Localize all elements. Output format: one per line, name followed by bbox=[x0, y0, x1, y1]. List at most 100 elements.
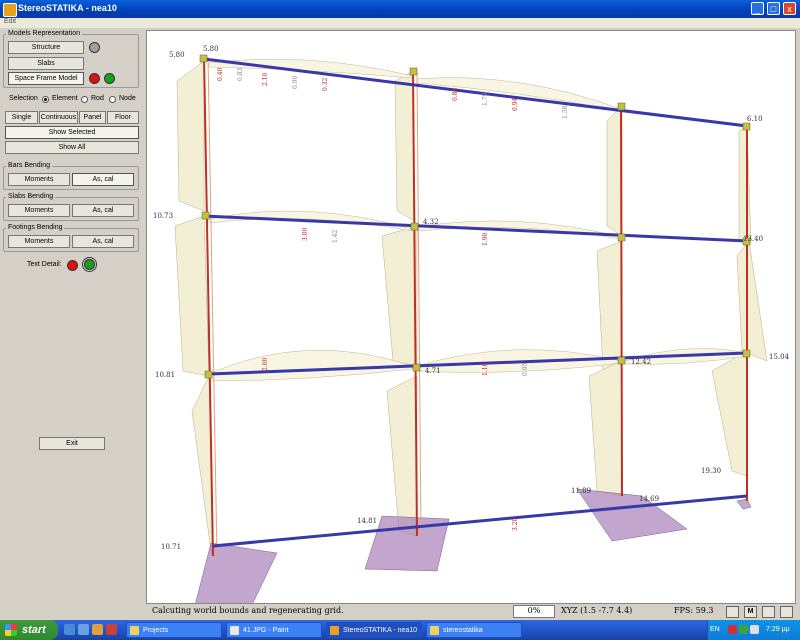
title-bar: StereoSTATIKA - nea10 _ □ x bbox=[0, 0, 800, 18]
start-label: start bbox=[22, 624, 46, 636]
label-left-mid2: 10.81 bbox=[155, 371, 175, 379]
space-frame-drawing[interactable]: 0.40 0.83 2.10 0.90 0.32 0.84 1.79 0.94 … bbox=[147, 31, 796, 604]
quicklaunch-folder-icon[interactable] bbox=[92, 624, 103, 635]
slabs-moments-button[interactable]: Moments bbox=[8, 204, 70, 217]
show-selected-button[interactable]: Show Selected bbox=[5, 126, 139, 139]
status-message: Calcuting world bounds and regenerating … bbox=[152, 606, 344, 615]
quicklaunch-desktop-icon[interactable] bbox=[78, 624, 89, 635]
slabs-as-cal-button[interactable]: As, cal bbox=[72, 204, 134, 217]
export-icon[interactable] bbox=[780, 606, 793, 618]
exit-button[interactable]: Exit bbox=[39, 437, 105, 450]
radio-element[interactable] bbox=[42, 96, 49, 103]
slabs-button[interactable]: Slabs bbox=[8, 57, 84, 70]
security-icon[interactable] bbox=[728, 625, 737, 634]
radio-rod[interactable] bbox=[81, 96, 88, 103]
beams bbox=[203, 57, 748, 548]
task-paint[interactable]: 41.JPG - Paint bbox=[226, 622, 322, 638]
status-bar: Calcuting world bounds and regenerating … bbox=[146, 605, 796, 619]
m-button[interactable]: M bbox=[744, 606, 757, 618]
space-frame-green-icon[interactable] bbox=[104, 73, 115, 84]
label-mid-b: 4.71 bbox=[425, 367, 441, 375]
task-stereostatika-folder[interactable]: stereostatika bbox=[426, 622, 522, 638]
show-all-button[interactable]: Show All bbox=[5, 141, 139, 154]
column-moment-diagrams bbox=[174, 60, 768, 557]
space-frame-button[interactable]: Space Frame Model bbox=[8, 72, 84, 85]
label-left-mid1: 10.73 bbox=[153, 212, 173, 220]
svg-text:2.00: 2.00 bbox=[262, 357, 269, 371]
svg-text:1.10: 1.10 bbox=[482, 362, 489, 376]
radio-node[interactable] bbox=[109, 96, 116, 103]
footings-moments-button[interactable]: Moments bbox=[8, 235, 70, 248]
print-icon[interactable] bbox=[762, 606, 775, 618]
label-right-r3: 15.04 bbox=[769, 353, 790, 361]
columns bbox=[203, 56, 748, 557]
footings-as-cal-button[interactable]: As, cal bbox=[72, 235, 134, 248]
panel-button[interactable]: Panel bbox=[79, 111, 106, 124]
task-stereostatika-label: StereoSTATIKA - nea10 bbox=[343, 627, 418, 634]
svg-text:0.94: 0.94 bbox=[512, 97, 519, 111]
clock: 7:29 μμ bbox=[766, 626, 790, 633]
xyz-readout: XYZ (1.5 -7.7 4.4) bbox=[561, 606, 633, 615]
bars-as-cal-button[interactable]: As, cal bbox=[72, 173, 134, 186]
save-icon[interactable] bbox=[726, 606, 739, 618]
task-projects[interactable]: Projects bbox=[126, 622, 222, 638]
radio-node-label: Node bbox=[119, 95, 136, 102]
network-icon[interactable] bbox=[739, 625, 748, 634]
svg-text:2.10: 2.10 bbox=[262, 72, 269, 86]
floor-button[interactable]: Floor bbox=[107, 111, 139, 124]
menu-edit[interactable]: Edit bbox=[4, 18, 16, 25]
radio-element-label: Element bbox=[52, 95, 78, 102]
task-stereostatika[interactable]: StereoSTATIKA - nea10 bbox=[326, 622, 422, 638]
task-projects-label: Projects bbox=[143, 627, 169, 634]
windows-flag-icon bbox=[5, 624, 17, 636]
quicklaunch-media-icon[interactable] bbox=[106, 624, 117, 635]
single-button[interactable]: Single bbox=[5, 111, 38, 124]
label-mid-c: 12.42 bbox=[631, 358, 651, 366]
text-detail-label: Text Detail: bbox=[27, 261, 62, 268]
menu-bar: Edit bbox=[0, 18, 800, 28]
close-button[interactable]: x bbox=[783, 2, 796, 15]
slabs-bending-label: Slabs Bending bbox=[6, 193, 56, 200]
svg-text:0.32: 0.32 bbox=[322, 77, 329, 91]
language-indicator[interactable]: EN bbox=[710, 626, 720, 633]
svg-text:1.58: 1.58 bbox=[562, 105, 569, 119]
fps-readout: FPS: 59.3 bbox=[674, 606, 714, 615]
label-left-bottom: 10.71 bbox=[161, 543, 181, 551]
text-detail-green-icon[interactable] bbox=[82, 257, 97, 272]
folder-icon bbox=[130, 626, 139, 635]
label-base2: 14.69 bbox=[639, 495, 659, 503]
app-task-icon bbox=[330, 626, 339, 635]
window-title: StereoSTATIKA - nea10 bbox=[18, 3, 117, 13]
bars-moments-button[interactable]: Moments bbox=[8, 173, 70, 186]
selection-label: Selection bbox=[9, 95, 38, 102]
taskbar: start Projects 41.JPG - Paint StereoSTAT… bbox=[0, 620, 800, 640]
label-base1: 14.81 bbox=[357, 517, 377, 525]
paint-icon bbox=[230, 626, 239, 635]
task-folder-label: stereostatika bbox=[443, 627, 483, 634]
space-frame-red-icon[interactable] bbox=[89, 73, 100, 84]
svg-text:0.84: 0.84 bbox=[452, 87, 459, 101]
model-viewport[interactable]: 0.40 0.83 2.10 0.90 0.32 0.84 1.79 0.94 … bbox=[146, 30, 796, 604]
footings-bending-label: Footings Bending bbox=[6, 224, 65, 231]
bars-bending-label: Bars Bending bbox=[6, 162, 53, 169]
task-paint-label: 41.JPG - Paint bbox=[243, 627, 289, 634]
label-right-r1: 6.10 bbox=[747, 115, 763, 123]
quicklaunch-ie-icon[interactable] bbox=[64, 624, 75, 635]
structure-toggle-icon[interactable] bbox=[89, 42, 100, 53]
continuous-button[interactable]: Continuous bbox=[39, 111, 78, 124]
footings bbox=[195, 488, 752, 603]
maximize-button[interactable]: □ bbox=[767, 2, 780, 15]
minimize-button[interactable]: _ bbox=[751, 2, 764, 15]
svg-text:1.90: 1.90 bbox=[482, 232, 489, 246]
folder-icon bbox=[430, 626, 439, 635]
volume-icon[interactable] bbox=[750, 625, 759, 634]
text-detail-red-icon[interactable] bbox=[67, 260, 78, 271]
label-left-top2: 5.80 bbox=[203, 45, 219, 53]
control-panel: Models Representation Structure Slabs Sp… bbox=[0, 28, 144, 604]
svg-text:0.95: 0.95 bbox=[522, 362, 529, 376]
svg-text:1.42: 1.42 bbox=[332, 229, 339, 243]
app-icon bbox=[3, 3, 17, 17]
start-button[interactable]: start bbox=[0, 620, 58, 640]
models-group-label: Models Representation bbox=[6, 30, 82, 37]
structure-button[interactable]: Structure bbox=[8, 41, 84, 54]
